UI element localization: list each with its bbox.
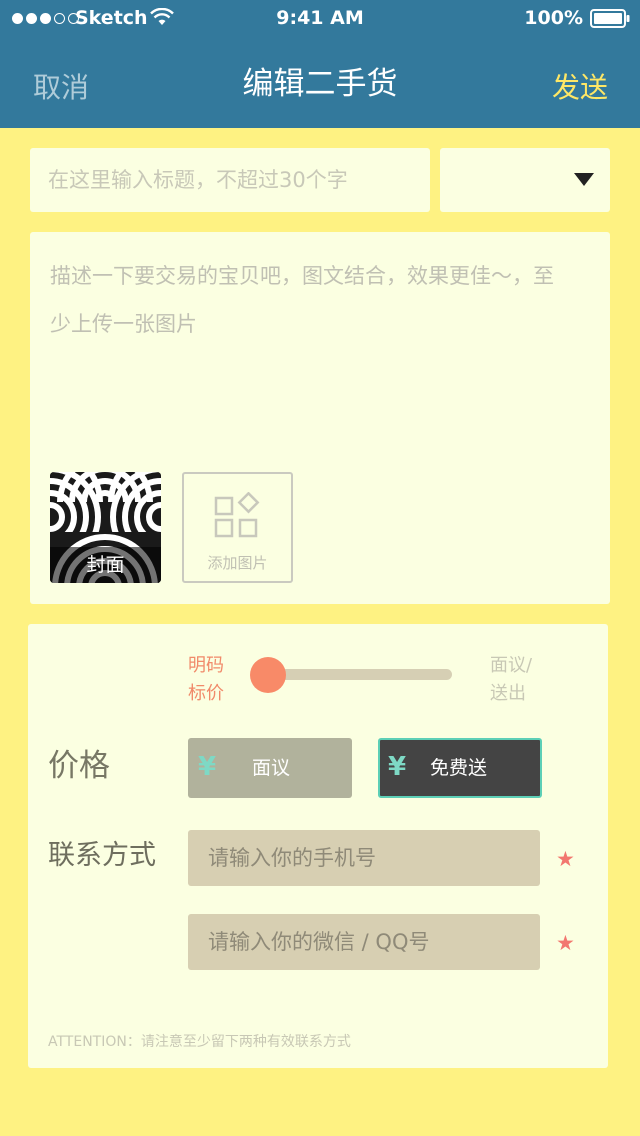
- star-icon: ★: [556, 847, 575, 871]
- cover-photo[interactable]: 封面: [50, 472, 161, 583]
- contact-label: 联系方式: [48, 840, 156, 871]
- yen-icon: ¥: [198, 752, 217, 782]
- free-option-label: 免费送: [430, 757, 488, 779]
- grid-shapes-icon: [214, 492, 260, 538]
- wechat-qq-input[interactable]: [188, 914, 540, 970]
- add-photo-label: 添加图片: [207, 554, 268, 572]
- star-icon: ★: [556, 931, 575, 955]
- free-option-button[interactable]: ¥ 免费送: [378, 738, 542, 798]
- category-select[interactable]: [440, 148, 610, 212]
- slider-fixed-price-label: 明码标价: [188, 655, 224, 704]
- slider-negotiable-label: 面议/送出: [490, 655, 533, 704]
- title-input[interactable]: [30, 148, 430, 212]
- cover-label: 封面: [50, 547, 161, 583]
- description-card: 描述一下要交易的宝贝吧，图文结合，效果更佳～，至少上传一张图片 封面 添加图片: [30, 232, 610, 604]
- price-label: 价格: [48, 748, 110, 784]
- send-button[interactable]: 发送: [552, 70, 608, 106]
- description-input[interactable]: 描述一下要交易的宝贝吧，图文结合，效果更佳～，至少上传一张图片: [50, 252, 570, 348]
- yen-icon: ¥: [388, 752, 407, 782]
- attention-note: ATTENTION：请注意至少留下两种有效联系方式: [48, 1034, 351, 1050]
- price-card: 明码标价 面议/送出 价格 ¥ 面议 ¥ 免费送 联系方式 ★ ★ ATTENT…: [28, 624, 608, 1068]
- negotiate-option-label: 面议: [252, 757, 291, 779]
- slider-knob[interactable]: [250, 657, 286, 693]
- battery-percentage: 100%: [524, 7, 583, 29]
- status-bar: Sketch 9:41 AM 100%: [0, 0, 640, 40]
- battery-icon: [590, 9, 630, 28]
- triangle-down-icon[interactable]: [574, 173, 594, 186]
- phone-input[interactable]: [188, 830, 540, 886]
- nav-header: Sketch 9:41 AM 100% 取消 编辑二手货 发送: [0, 0, 640, 128]
- negotiate-option-button[interactable]: ¥ 面议: [188, 738, 352, 798]
- add-photo-button[interactable]: 添加图片: [182, 472, 293, 583]
- page-title: 编辑二手货: [242, 66, 398, 102]
- price-mode-slider[interactable]: [268, 669, 452, 680]
